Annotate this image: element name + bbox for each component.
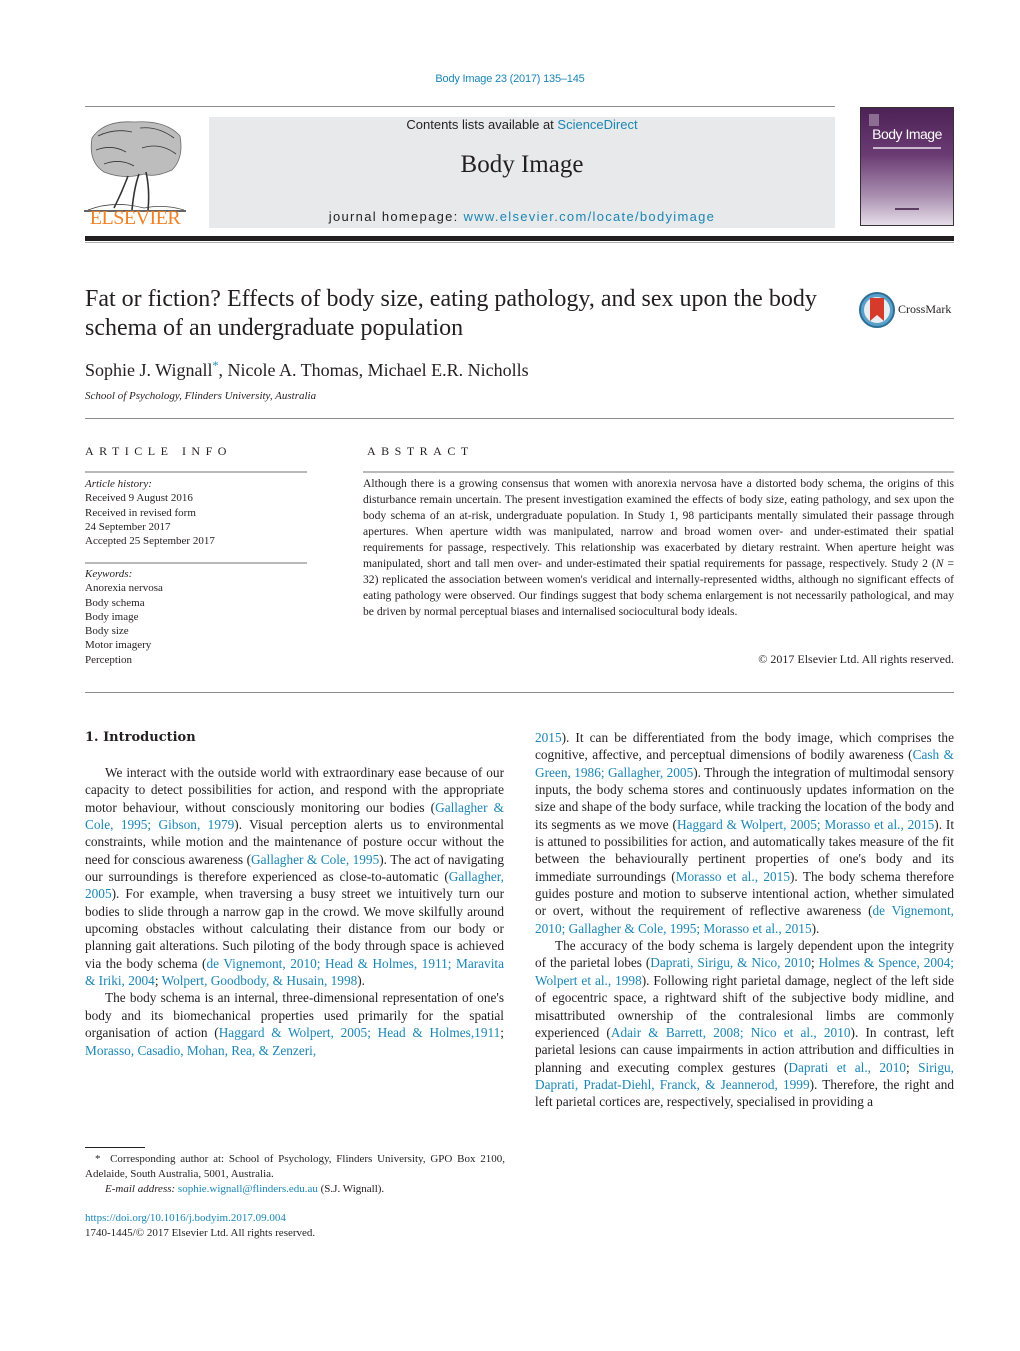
citation-link[interactable]: Wolpert, Goodbody, & Husain, 1998 xyxy=(162,973,358,988)
divider xyxy=(85,562,307,564)
body-column-left: We interact with the outside world with … xyxy=(85,764,504,1059)
body-text: ). xyxy=(811,920,820,936)
sample-size-symbol: N xyxy=(935,557,944,570)
email-suffix: (S.J. Wignall). xyxy=(317,1183,385,1195)
keyword: Motor imagery xyxy=(85,639,152,652)
doi-block: https://doi.org/10.1016/j.bodyim.2017.09… xyxy=(85,1211,315,1241)
journal-masthead: Contents lists available at ScienceDirec… xyxy=(209,117,835,228)
body-text: ). xyxy=(357,973,366,989)
citation-link[interactable]: Haggard & Wolpert, 2005; Head & Holmes,1… xyxy=(219,1025,501,1040)
divider xyxy=(363,471,954,473)
citation-link[interactable]: 2015 xyxy=(535,730,562,745)
journal-name: Body Image xyxy=(460,151,584,178)
citation-link[interactable]: Adair & Barrett, 2008; Nico et al., 2010 xyxy=(611,1025,851,1040)
contents-available-line: Contents lists available at ScienceDirec… xyxy=(209,117,835,132)
body-paragraph: 2015). It can be differentiated from the… xyxy=(535,729,954,937)
issn-line: 1740-1445/© 2017 Elsevier Ltd. All right… xyxy=(85,1227,316,1239)
masthead-thin-rule xyxy=(85,242,954,243)
email-label: E-mail address: xyxy=(105,1183,178,1195)
history-entry: Received in revised form xyxy=(85,506,196,519)
journal-homepage-link[interactable]: www.elsevier.com/locate/bodyimage xyxy=(463,209,715,224)
keywords-list: Keywords: Anorexia nervosa Body schema B… xyxy=(85,567,307,667)
citation-link[interactable]: Morasso et al., 2015 xyxy=(676,869,790,884)
author-name[interactable]: Nicole A. Thomas xyxy=(227,360,358,380)
keyword: Body size xyxy=(85,625,129,638)
abstract-copyright: © 2017 Elsevier Ltd. All rights reserved… xyxy=(758,652,954,666)
history-entry: 24 September 2017 xyxy=(85,520,171,533)
history-entry: Received 9 August 2016 xyxy=(85,492,193,505)
crossmark-label[interactable]: CrossMark xyxy=(898,302,951,317)
body-text: ; xyxy=(500,1025,504,1041)
cover-subtitle-line xyxy=(873,147,941,149)
cover-editor-line xyxy=(895,208,919,210)
article-title: Fat or fiction? Effects of body size, ea… xyxy=(85,286,817,341)
corresponding-author-footnote: * Corresponding author at: School of Psy… xyxy=(85,1152,505,1197)
cover-title: Body Image xyxy=(872,126,942,142)
divider xyxy=(85,692,954,693)
article-info-heading: ARTICLE INFO xyxy=(85,444,232,458)
author-name[interactable]: Sophie J. Wignall xyxy=(85,360,212,380)
body-paragraph: The body schema is an internal, three-di… xyxy=(85,989,504,1058)
crossmark-icon[interactable] xyxy=(858,291,896,329)
citation-link[interactable]: Haggard & Wolpert, 2005; Morasso et al.,… xyxy=(677,817,934,832)
body-paragraph: The accuracy of the body schema is large… xyxy=(535,937,954,1110)
author-separator: , xyxy=(358,360,368,380)
author-affiliation: School of Psychology, Flinders Universit… xyxy=(85,390,317,402)
body-column-right: 2015). It can be differentiated from the… xyxy=(535,729,954,1111)
article-history: Article history: Received 9 August 2016 … xyxy=(85,477,307,548)
homepage-prefix: journal homepage: xyxy=(328,209,464,224)
body-paragraph: We interact with the outside world with … xyxy=(85,764,504,989)
email-link[interactable]: sophie.wignall@flinders.edu.au xyxy=(178,1183,318,1195)
keyword: Anorexia nervosa xyxy=(85,582,163,595)
abstract-body: Although there is a growing consensus th… xyxy=(363,476,954,620)
footnote-rule xyxy=(85,1147,145,1148)
keyword: Body image xyxy=(85,610,139,623)
citation-link[interactable]: Daprati, Sirigu, & Nico, 2010 xyxy=(650,955,811,970)
footnote-text: Corresponding author at: School of Psych… xyxy=(85,1153,506,1180)
contents-prefix: Contents lists available at xyxy=(406,117,558,132)
email-note: E-mail address: sophie.wignall@flinders.… xyxy=(85,1182,505,1197)
abstract-text: Although there is a growing consensus th… xyxy=(363,477,954,570)
citation-link[interactable]: Gallagher & Cole, 1995 xyxy=(251,852,379,867)
keyword: Perception xyxy=(85,653,133,666)
article-history-label: Article history: xyxy=(85,478,152,490)
author-name[interactable]: Michael E.R. Nicholls xyxy=(368,360,529,380)
footnote-marker: * xyxy=(95,1153,101,1165)
journal-cover-thumbnail: Body Image xyxy=(860,107,954,226)
body-text: ; xyxy=(154,973,162,989)
introduction-heading: 1. Introduction xyxy=(85,730,196,745)
citation-link[interactable]: Daprati et al., 2010 xyxy=(788,1060,906,1075)
abstract-heading: ABSTRACT xyxy=(367,444,474,458)
author-list: Sophie J. Wignall*, Nicole A. Thomas, Mi… xyxy=(85,358,529,381)
corresponding-note: * Corresponding author at: School of Psy… xyxy=(85,1152,505,1182)
header-rule xyxy=(85,106,835,107)
journal-homepage-line: journal homepage: www.elsevier.com/locat… xyxy=(209,209,835,224)
keywords-label: Keywords: xyxy=(85,568,133,580)
cover-emblem xyxy=(869,114,879,126)
citation-link[interactable]: Morasso, Casadio, Mohan, Rea, & Zenzeri, xyxy=(85,1043,316,1058)
history-entry: Accepted 25 September 2017 xyxy=(85,535,215,548)
doi-link[interactable]: https://doi.org/10.1016/j.bodyim.2017.09… xyxy=(85,1212,286,1224)
divider xyxy=(85,471,307,473)
body-text: ). It can be differentiated from the bod… xyxy=(535,730,954,763)
keyword: Body schema xyxy=(85,596,145,609)
divider xyxy=(85,418,954,419)
elsevier-wordmark: ELSEVIER xyxy=(89,207,181,229)
sciencedirect-link[interactable]: ScienceDirect xyxy=(557,117,637,132)
body-text: ; xyxy=(906,1059,919,1075)
journal-citation-link[interactable]: Body Image 23 (2017) 135–145 xyxy=(0,73,1020,85)
body-text: ; xyxy=(810,955,819,971)
masthead-thick-rule xyxy=(85,236,954,241)
